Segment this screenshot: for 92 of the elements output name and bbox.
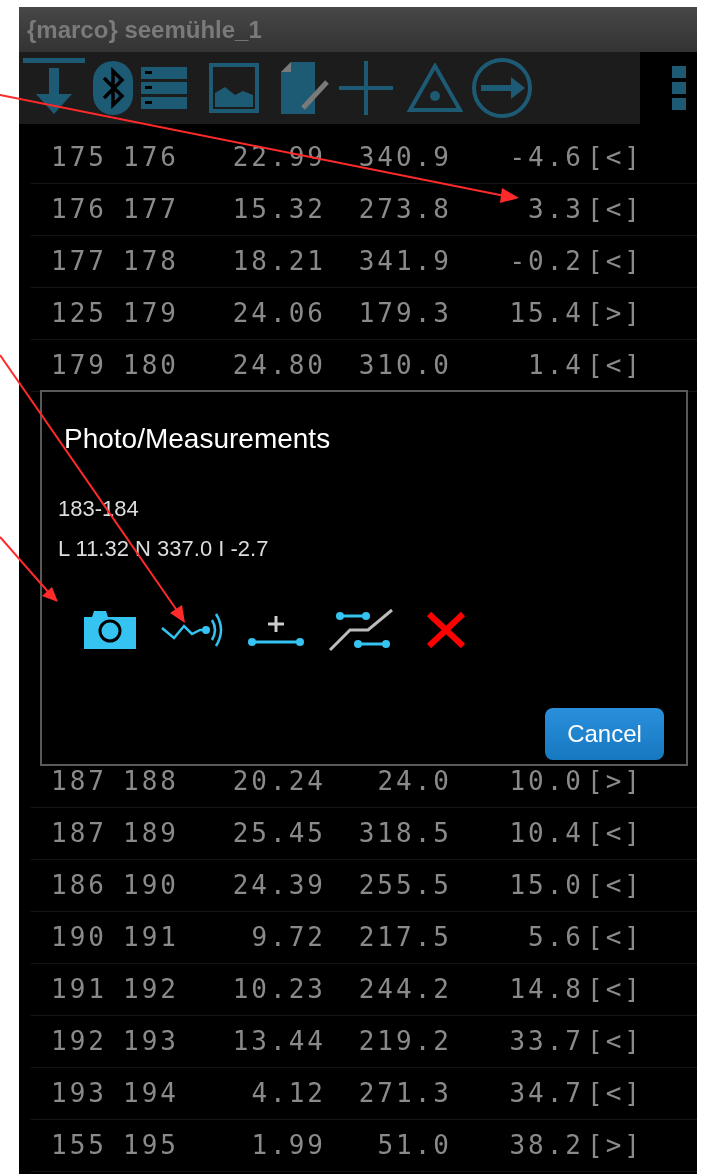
table-cell-text: 15.0 (508, 869, 584, 902)
table-cell-text: 191 (50, 973, 107, 1006)
table-cell-text: 193 (50, 1077, 107, 1110)
table-cell-text: 273.8 (357, 193, 452, 226)
table-cell-text: [<] (586, 193, 638, 226)
table-cell-text: 190 (122, 869, 179, 902)
server-icon[interactable] (141, 65, 187, 111)
bluetooth-icon[interactable] (93, 61, 133, 115)
table-cell-text: [<] (586, 921, 638, 954)
table-cell-text: 217.5 (357, 921, 452, 954)
table-cell-text: 191 (122, 921, 179, 954)
table-cell-text: [<] (586, 817, 638, 850)
info-text: L 11.32 N 337.0 I -2.7 (58, 536, 269, 562)
table-cell-text: 51.0 (376, 1129, 452, 1162)
table-cell-text: 18.21 (231, 245, 326, 278)
table-cell-text: [<] (586, 349, 638, 382)
table-cell-text: 155 (50, 1129, 107, 1162)
table-cell-text: [<] (586, 141, 638, 174)
table-cell-text: 9.72 (250, 921, 326, 954)
table-cell-text: 177 (122, 193, 179, 226)
dialog-title: Photo/Measurements (64, 422, 331, 456)
table-cell-text: 195 (122, 1129, 179, 1162)
table-cell-text: 14.8 (508, 973, 584, 1006)
overflow-menu-icon[interactable] (671, 66, 686, 110)
table-cell-text: 190 (50, 921, 107, 954)
table-cell-text: 192 (50, 1025, 107, 1058)
table-cell-text: [>] (586, 297, 638, 330)
table-cell-text: 15.32 (231, 193, 326, 226)
table-cell-text: [>] (586, 765, 638, 798)
image-icon[interactable] (209, 63, 259, 113)
table-cell-text: 188 (122, 765, 179, 798)
arrow-circle-icon[interactable] (471, 57, 533, 119)
table-cell-text: 24.80 (231, 349, 326, 382)
table-cell-text: 5.6 (527, 921, 584, 954)
table-cell-text: [<] (586, 1077, 638, 1110)
table-cell-text: 180 (122, 349, 179, 382)
table-cell-text: [<] (586, 1025, 638, 1058)
table-cell-text: [<] (586, 973, 638, 1006)
camera-icon[interactable] (84, 611, 136, 649)
table-cell-text: [>] (586, 1129, 638, 1162)
table-cell-text: 186 (50, 869, 107, 902)
table-cell-text: 34.7 (508, 1077, 584, 1110)
table-cell-text: 340.9 (357, 141, 452, 174)
table-cell-text: 38.2 (508, 1129, 584, 1162)
table-cell-text: 189 (122, 817, 179, 850)
table-cell-text: 310.0 (357, 349, 452, 382)
document-edit-icon[interactable] (281, 62, 331, 114)
table-cell-text: [<] (586, 869, 638, 902)
table-cell-text: 1.99 (250, 1129, 326, 1162)
table-cell-text: 318.5 (357, 817, 452, 850)
table-cell-text: 178 (122, 245, 179, 278)
table-cell-text: 20.24 (231, 765, 326, 798)
table-cell-text: 175 (50, 141, 107, 174)
table-cell-text: 177 (50, 245, 107, 278)
table-cell-text: 179.3 (357, 297, 452, 330)
table-cell-text: 24.06 (231, 297, 326, 330)
table-cell-text: 24.0 (376, 765, 452, 798)
delete-icon[interactable] (426, 611, 466, 649)
table-cell-text: 176 (122, 141, 179, 174)
cancel-button[interactable]: Cancel (545, 708, 664, 760)
table-cell-text: -4.6 (508, 141, 584, 174)
table-cell-text: 10.0 (508, 765, 584, 798)
table-cell-text: 244.2 (357, 973, 452, 1006)
table-cell-text: 10.4 (508, 817, 584, 850)
table-cell-text: -0.2 (508, 245, 584, 278)
table-cell-text: 193 (122, 1025, 179, 1058)
table-cell-text: 341.9 (357, 245, 452, 278)
table-cell-text: 192 (122, 973, 179, 1006)
table-cell-text: 176 (50, 193, 107, 226)
table-cell-text: 187 (50, 765, 107, 798)
table-cell-text: 255.5 (357, 869, 452, 902)
window-title: {marco} seemühle_1 (27, 14, 262, 45)
table-cell-text: 3.3 (527, 193, 584, 226)
table-cell-text: 25.45 (231, 817, 326, 850)
table-cell-text: 179 (122, 297, 179, 330)
table-cell-text: 10.23 (231, 973, 326, 1006)
table-cell-text: 187 (50, 817, 107, 850)
table-cell-text: 194 (122, 1077, 179, 1110)
table-cell-text: 179 (50, 349, 107, 382)
signal-wave-icon[interactable] (160, 612, 224, 648)
table-cell-text: 15.4 (508, 297, 584, 330)
table-cell-text: 13.44 (231, 1025, 326, 1058)
table-cell-text: 33.7 (508, 1025, 584, 1058)
table-cell-text: 4.12 (250, 1077, 326, 1110)
table-cell-text: 125 (50, 297, 107, 330)
table-cell-text: [<] (586, 245, 638, 278)
swap-legs-icon[interactable] (328, 608, 394, 652)
table-cell-text: 271.3 (357, 1077, 452, 1110)
table-cell-text: 24.39 (231, 869, 326, 902)
table-cell-text: 219.2 (357, 1025, 452, 1058)
plus-icon[interactable] (339, 61, 393, 115)
table-cell-text: 1.4 (527, 349, 584, 382)
